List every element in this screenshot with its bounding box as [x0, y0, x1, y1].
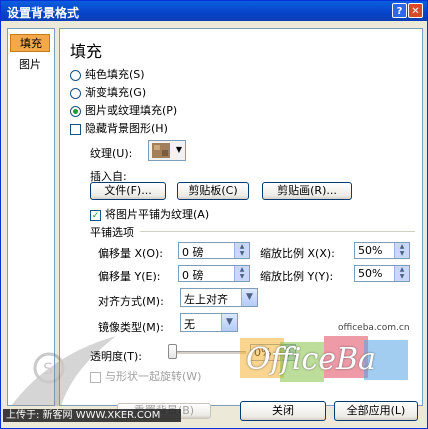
solid-fill-option[interactable]: 纯色填充(S) — [70, 66, 145, 82]
help-button[interactable]: ? — [392, 3, 407, 18]
spinner-arrows-icon[interactable]: ▲▼ — [394, 266, 409, 281]
close-window-button[interactable]: ✕ — [408, 3, 423, 18]
scale-x-spinner[interactable]: 50% ▲ ▼ — [354, 242, 410, 259]
transparency-slider[interactable] — [168, 344, 246, 360]
logo-text: OfficeBa — [246, 342, 376, 377]
nav-item-label: 图片 — [19, 58, 41, 71]
nav-item-fill[interactable]: 填充 — [10, 34, 50, 52]
insert-file-button[interactable]: 文件(F)... — [90, 182, 166, 200]
scale-x-label: 缩放比例 X(X): — [260, 247, 335, 260]
spinner-arrows-icon[interactable]: ▲▼ — [234, 243, 249, 258]
officeba-logo: OfficeBa — [240, 336, 420, 390]
nav-item-picture[interactable]: 图片 — [10, 56, 53, 74]
nav-item-label: 填充 — [20, 37, 42, 50]
apply-to-all-button[interactable]: 全部应用(L) — [334, 401, 418, 421]
spinner-arrows-icon[interactable]: ▲▼ — [394, 243, 409, 258]
texture-thumbnail-icon — [152, 143, 170, 158]
texture-label: 纹理(U): — [90, 147, 133, 160]
insert-clipboard-button[interactable]: 剪贴板(C) — [177, 182, 249, 200]
spinner-arrows-icon[interactable]: ▲▼ — [234, 266, 249, 281]
spinner-value: 50% — [358, 267, 383, 280]
dropdown-arrow-icon: ▼ — [175, 145, 182, 154]
slider-track — [168, 351, 246, 354]
upload-watermark: 上传于: 新客网 WWW.XKER.COM — [3, 409, 181, 422]
select-value: 左上对齐 — [184, 293, 228, 306]
radio-selected-icon[interactable] — [70, 105, 81, 117]
radio-icon[interactable] — [70, 69, 81, 81]
spinner-value: 0 磅 — [182, 246, 204, 259]
offset-y-spinner[interactable]: 0 磅 ▲ ▼ — [178, 265, 250, 282]
picture-texture-fill-option[interactable]: 图片或纹理填充(P) — [70, 102, 177, 118]
insert-clipart-button[interactable]: 剪贴画(R)... — [262, 182, 352, 200]
alignment-label: 对齐方式(M): — [98, 295, 164, 308]
checkbox-label: 隐藏背景图形(H) — [85, 122, 168, 135]
chevron-down-icon[interactable]: ▼ — [241, 289, 257, 306]
offset-x-label: 偏移量 X(O): — [98, 247, 163, 260]
option-label: 渐变填充(G) — [85, 86, 147, 99]
section-divider — [140, 231, 415, 232]
site-watermark-url: officeba.com.cn — [338, 323, 410, 333]
panel-heading: 填充 — [70, 42, 103, 61]
offset-y-label: 偏移量 Y(E): — [98, 270, 161, 283]
tile-as-texture-checkbox[interactable]: ✓ 将图片平铺为纹理(A) — [90, 206, 209, 222]
hide-background-graphics-checkbox[interactable]: 隐藏背景图形(H) — [70, 120, 168, 136]
alignment-select[interactable]: 左上对齐 ▼ — [180, 288, 258, 307]
tile-options-label: 平铺选项 — [90, 226, 134, 239]
svg-text:S: S — [43, 359, 53, 378]
radio-icon[interactable] — [70, 87, 81, 99]
scale-y-label: 缩放比例 Y(Y): — [260, 270, 334, 283]
spinner-value: 50% — [358, 244, 383, 257]
option-label: 图片或纹理填充(P) — [85, 104, 178, 117]
chevron-down-icon[interactable]: ▼ — [221, 314, 237, 331]
mirror-type-select[interactable]: 无 ▼ — [180, 313, 238, 332]
slider-thumb[interactable] — [168, 344, 177, 359]
offset-x-spinner[interactable]: 0 磅 ▲ ▼ — [178, 242, 250, 259]
scale-y-spinner[interactable]: 50% ▲ ▼ — [354, 265, 410, 282]
close-button[interactable]: 关闭 — [240, 401, 326, 421]
gradient-fill-option[interactable]: 渐变填充(G) — [70, 84, 146, 100]
emblem-watermark-icon: S — [11, 336, 116, 406]
dialog-title: 设置背景格式 — [7, 6, 80, 20]
checkmark-icon[interactable]: ✓ — [90, 209, 101, 221]
select-value: 无 — [184, 318, 195, 331]
spinner-value: 0 磅 — [182, 269, 204, 282]
title-bar[interactable]: 设置背景格式 ? ✕ — [1, 1, 427, 21]
checkbox-label: 将图片平铺为纹理(A) — [105, 208, 210, 221]
texture-picker[interactable]: ▼ — [148, 140, 186, 161]
format-background-dialog: 设置背景格式 ? ✕ 填充 图片 填充 纯色填充(S) 渐变填充(G) 图片或纹… — [0, 0, 428, 429]
option-label: 纯色填充(S) — [85, 68, 145, 81]
checkbox-icon[interactable] — [70, 123, 81, 135]
